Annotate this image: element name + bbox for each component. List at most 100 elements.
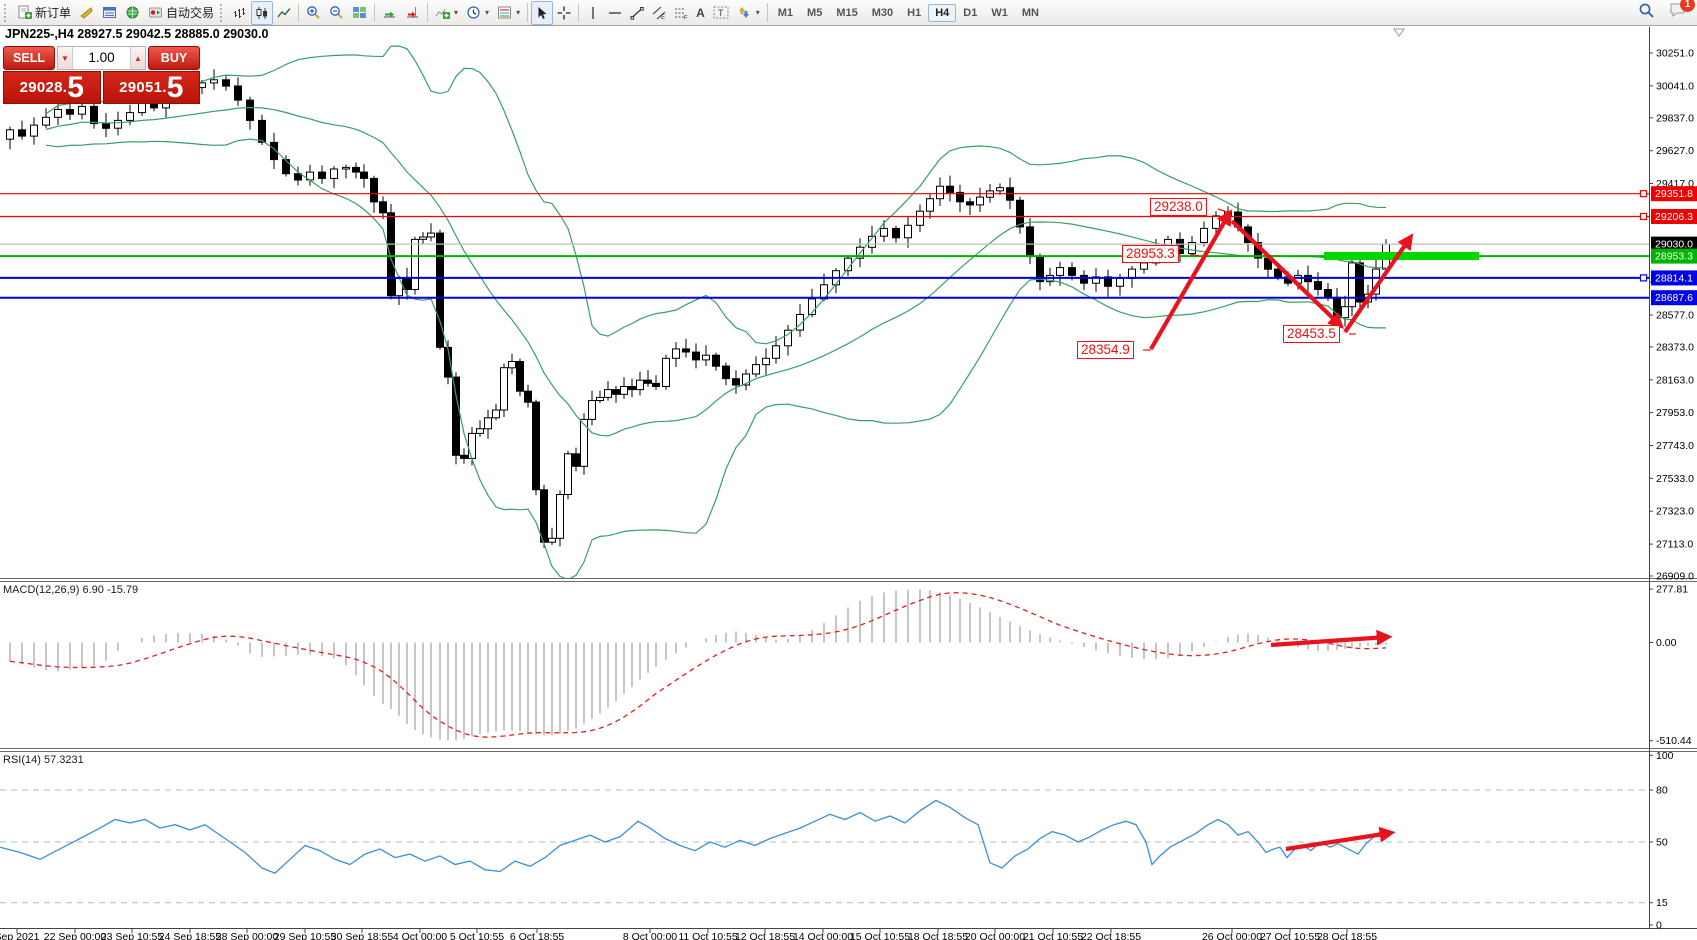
tab-timeframe-m30[interactable]: M30 (865, 4, 900, 22)
notification-icon[interactable]: 1 (1669, 2, 1687, 23)
sell-price[interactable]: 29028.5 (3, 71, 101, 104)
zoom-in-button[interactable] (302, 1, 325, 25)
templates-button[interactable]: ▾ (493, 1, 524, 25)
annotation-29238[interactable]: 29238.0 (1150, 198, 1207, 216)
chart-title: JPN225-,H4 28927.5 29042.5 28885.0 29030… (5, 27, 268, 41)
toolbar-grip (4, 4, 11, 22)
zoom-out-button[interactable] (325, 1, 348, 25)
svg-text:100: 100 (1656, 750, 1674, 762)
svg-text:28687.6: 28687.6 (1655, 292, 1693, 304)
chart-shift-marker[interactable] (1394, 29, 1404, 36)
price-axis[interactable]: 30251.030041.029837.029627.029417.028787… (1649, 48, 1697, 932)
chart-shift-button[interactable] (401, 1, 424, 25)
rsi-line (0, 800, 1383, 873)
indicators-button[interactable]: ▾ (431, 1, 462, 25)
market-watch-button[interactable] (75, 1, 98, 25)
annotation-28354[interactable]: 28354.9 (1077, 341, 1134, 359)
tab-timeframe-h1[interactable]: H1 (900, 4, 928, 22)
chart-shift-icon (405, 5, 420, 20)
volume-decrease-button[interactable]: ▼ (58, 47, 73, 69)
text-button[interactable]: A (692, 1, 709, 25)
toolbar-separator (427, 3, 428, 22)
bar-chart-button[interactable] (229, 1, 251, 25)
line-chart-button[interactable] (273, 1, 295, 25)
notification-badge: 1 (1680, 0, 1695, 12)
macd-signal-line (10, 593, 1386, 738)
auto-scroll-button[interactable] (378, 1, 401, 25)
label-icon: T (713, 5, 729, 20)
rsi-arrow[interactable] (1286, 833, 1390, 849)
navigator-button[interactable] (121, 1, 144, 25)
rsi-value: 57.3231 (44, 754, 84, 766)
tab-timeframe-m15[interactable]: M15 (829, 4, 864, 22)
annotation-28953[interactable]: 28953.3 (1122, 245, 1179, 263)
svg-text:26909.0: 26909.0 (1656, 571, 1694, 583)
tab-timeframe-m1[interactable]: M1 (771, 4, 800, 22)
tab-timeframe-d1[interactable]: D1 (956, 4, 984, 22)
crosshair-button[interactable] (553, 1, 575, 25)
crosshair-icon (557, 6, 571, 20)
main-pane[interactable] (0, 46, 1649, 579)
svg-text:28 Sep 00:00: 28 Sep 00:00 (216, 931, 279, 940)
toolbar-separator (374, 3, 375, 22)
shapes-button[interactable]: ▾ (733, 1, 764, 25)
candles-layer (7, 69, 1390, 547)
sell-button[interactable]: SELL (3, 46, 55, 70)
data-window-button[interactable] (98, 1, 121, 25)
search-icon[interactable] (1638, 2, 1655, 24)
svg-text:23 Sep 10:55: 23 Sep 10:55 (101, 931, 164, 940)
periods-button[interactable]: ▾ (462, 1, 493, 25)
trend-arrow (1151, 214, 1229, 349)
auto-trading-button[interactable]: 自动交易 (144, 1, 218, 25)
svg-text:-510.44: -510.44 (1656, 735, 1692, 747)
tile-windows-button[interactable] (348, 1, 371, 25)
zoom-out-icon (329, 5, 344, 20)
svg-text:15 Oct 10:55: 15 Oct 10:55 (850, 931, 910, 940)
svg-text:27743.0: 27743.0 (1656, 440, 1694, 452)
svg-text:22 Oct 18:55: 22 Oct 18:55 (1081, 931, 1141, 940)
cursor-button[interactable] (531, 1, 553, 25)
svg-text:28577.0: 28577.0 (1656, 310, 1694, 322)
tab-timeframe-w1[interactable]: W1 (984, 4, 1015, 22)
chevron-down-icon: ▾ (756, 8, 760, 17)
chart-canvas[interactable]: 30251.030041.029837.029627.029417.028787… (0, 26, 1697, 940)
fibonacci-icon: F (674, 6, 688, 20)
svg-text:29206.3: 29206.3 (1655, 211, 1693, 223)
tab-timeframe-m5[interactable]: M5 (800, 4, 829, 22)
tab-timeframe-h4[interactable]: H4 (928, 4, 956, 22)
svg-text:0.00: 0.00 (1656, 637, 1677, 649)
svg-text:29351.8: 29351.8 (1655, 188, 1693, 200)
volume-input[interactable]: 1.00 (73, 47, 130, 69)
trend-arrows[interactable] (1151, 214, 1410, 349)
data-window-icon (102, 5, 117, 20)
line-handle (1641, 214, 1647, 220)
annotation-28453[interactable]: 28453.5 (1283, 325, 1340, 343)
vertical-line-button[interactable] (582, 1, 604, 25)
volume-increase-button[interactable]: ▲ (130, 47, 145, 69)
svg-text:28373.0: 28373.0 (1656, 341, 1694, 353)
candlestick-button[interactable] (251, 1, 273, 25)
horizontal-line-button[interactable] (604, 1, 626, 25)
label-button[interactable]: T (709, 1, 733, 25)
tab-timeframe-mn[interactable]: MN (1015, 4, 1046, 22)
rsi-label: RSI(14) 57.3231 (3, 754, 84, 766)
line-handle (1641, 191, 1647, 197)
macd-label: MACD(12,26,9) 6.90 -15.79 (3, 584, 138, 596)
buy-price[interactable]: 29051.5 (103, 71, 201, 104)
toolbar: 新订单 自动交易 ▾ ▾ ▾ E F A T ▾ (0, 0, 1697, 26)
fibonacci-button[interactable]: F (670, 1, 692, 25)
cursor-icon (535, 6, 549, 20)
trendline-icon (630, 6, 644, 20)
svg-text:27953.0: 27953.0 (1656, 407, 1694, 419)
buy-button[interactable]: BUY (148, 46, 200, 70)
toolbar-separator (767, 3, 768, 22)
templates-icon (497, 5, 512, 20)
svg-text:28 Oct 18:55: 28 Oct 18:55 (1317, 931, 1377, 940)
channel-button[interactable]: E (648, 1, 670, 25)
new-order-button[interactable]: 新订单 (13, 1, 75, 25)
bollinger-bands (46, 46, 1386, 579)
trendline-button[interactable] (626, 1, 648, 25)
toolbar-separator (578, 3, 579, 22)
chevron-down-icon: ▾ (454, 8, 458, 17)
time-axis[interactable]: Sep 202122 Sep 00:0023 Sep 10:5524 Sep 1… (0, 928, 1377, 940)
